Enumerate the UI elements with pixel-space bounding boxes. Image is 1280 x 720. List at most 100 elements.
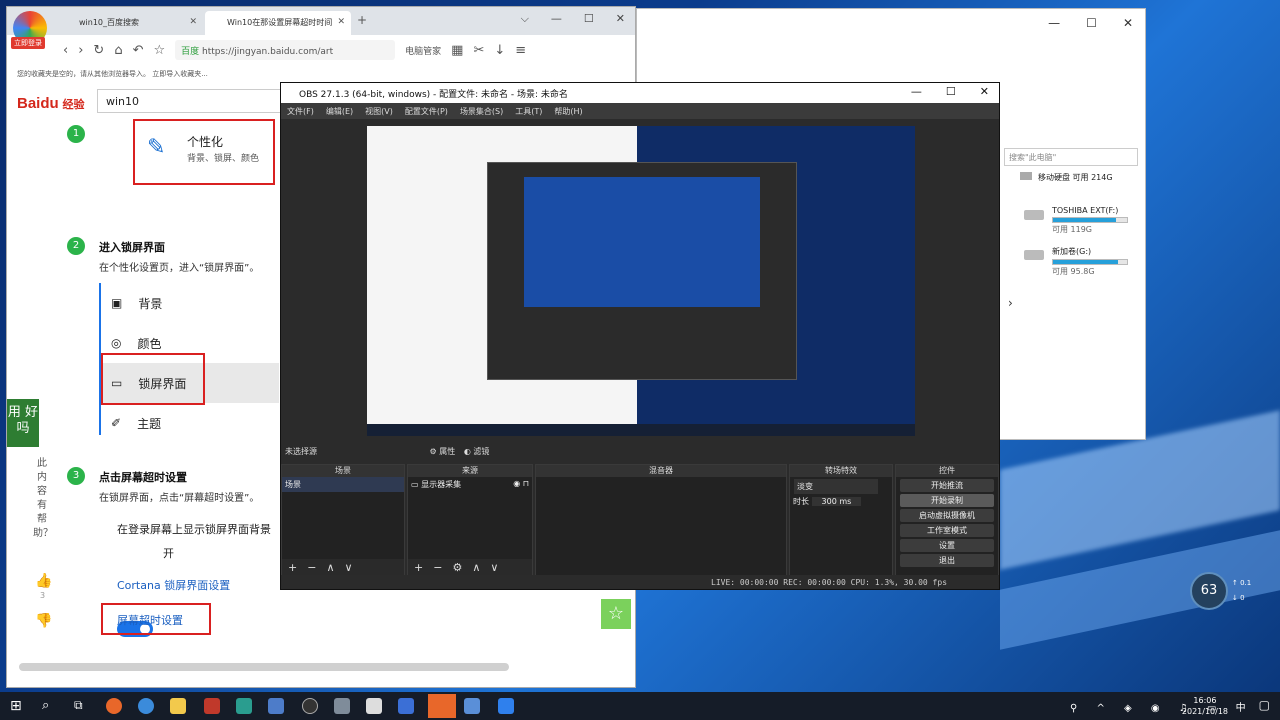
thumbs-down-icon[interactable]: 👎 [35,613,52,629]
task-view-icon[interactable]: ⧉ [74,698,90,714]
up-icon[interactable]: ∧ [326,561,334,574]
shield-icon[interactable] [398,698,414,714]
scissors-icon[interactable]: ✂ [473,43,484,58]
minimize-icon[interactable]: — [551,12,562,26]
remove-icon[interactable]: − [433,561,442,574]
up-icon[interactable]: ∧ [472,561,480,574]
star-icon[interactable]: ☆ [601,599,631,629]
virtual-camera-button[interactable]: 启动虚拟摄像机 [900,509,994,522]
properties-button[interactable]: 属性 [439,447,455,456]
tab-baidu-search[interactable]: win10_百度搜索 ✕ [57,11,203,35]
home-icon[interactable]: ⌂ [114,43,122,58]
firefox-icon[interactable] [106,698,122,714]
clock[interactable]: 16:06 2021/10/18 [1182,695,1228,717]
windows-start-icon[interactable]: ⊞ [10,698,26,714]
app-icon[interactable] [464,698,480,714]
chevron-right-icon[interactable]: › [1008,296,1013,310]
minimize-icon[interactable]: — [911,85,922,98]
minimize-icon[interactable]: — [1048,16,1060,30]
add-icon[interactable]: + [414,561,423,574]
menu-scene-collection[interactable]: 场景集合(S) [460,106,503,116]
menu-item-theme[interactable]: ✐ 主题 [101,403,279,443]
source-item[interactable]: ▭ 显示器采集 ◉ ⊓ [408,477,532,492]
dock-title: 来源 [408,465,532,477]
menu-item-background[interactable]: ▣ 背景 [101,283,279,323]
menu-edit[interactable]: 编辑(E) [326,106,353,116]
obs-icon[interactable] [302,698,318,714]
app-icon[interactable] [236,698,252,714]
close-icon[interactable]: ✕ [616,12,625,26]
recorder-icon[interactable] [428,694,456,718]
forward-icon[interactable]: › [78,43,83,58]
transition-select[interactable]: 淡变 [794,479,878,494]
tab-label: win10_百度搜索 [79,18,140,27]
pc-manager-link[interactable]: 电脑管家 [405,44,441,57]
obs-preview-canvas[interactable] [367,126,915,436]
screen-timeout-link[interactable]: 屏幕超时设置 [101,603,211,635]
menu-tools[interactable]: 工具(T) [515,106,542,116]
archive-icon[interactable] [204,698,220,714]
browser-icon[interactable] [138,698,154,714]
folder-icon[interactable] [170,698,186,714]
app-icon[interactable] [334,698,350,714]
ime-indicator[interactable]: 中 [1236,703,1254,714]
close-icon[interactable]: ✕ [980,85,989,98]
dock-title: 转场特效 [790,465,892,477]
filters-button[interactable]: 滤镜 [473,447,489,456]
address-bar[interactable]: 百度 https://jingyan.baidu.com/art [175,40,396,60]
maximize-icon[interactable]: ☐ [1086,16,1097,30]
download-icon[interactable]: ↓ [494,43,505,58]
down-icon[interactable]: ∨ [490,561,498,574]
close-icon[interactable]: ✕ [1123,16,1133,30]
search-icon[interactable]: ⌕ [42,698,58,714]
preview-nested-capture [524,177,760,307]
login-badge[interactable]: 立即登录 [11,37,45,49]
new-tab-icon[interactable]: + [357,13,367,27]
settings-button[interactable]: 设置 [900,539,994,552]
document-icon[interactable] [366,698,382,714]
menu-help[interactable]: 帮助(H) [554,106,582,116]
remove-icon[interactable]: − [307,561,316,574]
start-recording-button[interactable]: 开始录制 [900,494,994,507]
undo-icon[interactable]: ↶ [133,43,144,58]
close-icon[interactable]: ✕ [337,17,345,27]
favorite-icon[interactable]: ☆ [153,43,165,58]
scene-item[interactable]: 场景 [282,477,404,492]
tab-jingyan[interactable]: Win10在那设置屏幕超时时间 ✕ [205,11,351,35]
duration-input[interactable]: 300 ms [811,497,862,506]
baidu-jingyan-logo[interactable]: Baidu 经验 [17,95,85,112]
start-streaming-button[interactable]: 开始推流 [900,479,994,492]
thumbs-up-icon[interactable]: 👍 [35,573,52,589]
menu-view[interactable]: 视图(V) [365,106,393,116]
app-icon[interactable] [498,698,514,714]
exit-button[interactable]: 退出 [900,554,994,567]
maximize-icon[interactable]: ☐ [946,85,956,98]
drive-f[interactable]: TOSHIBA EXT(F:) 可用 119G [1020,206,1150,235]
apps-icon[interactable]: ▦ [451,43,463,58]
filter-icon[interactable]: ◐ [464,447,471,456]
menu-icon[interactable]: ⌵ [521,12,529,26]
store-icon[interactable] [268,698,284,714]
gear-icon[interactable]: ⚙ [430,447,437,456]
horizontal-scrollbar[interactable] [19,663,509,671]
menu-profile[interactable]: 配置文件(P) [405,106,448,116]
down-icon[interactable]: ∨ [345,561,353,574]
cortana-link[interactable]: Cortana 锁屏界面设置 [117,577,230,593]
removable-drive[interactable]: 移动硬盘 可用 214G [1020,172,1113,183]
add-icon[interactable]: + [288,561,297,574]
performance-widget[interactable]: 63 [1190,572,1228,610]
search-input[interactable]: win10 [97,89,287,113]
close-icon[interactable]: ✕ [189,17,197,27]
menu-file[interactable]: 文件(F) [287,106,314,116]
refresh-icon[interactable]: ↻ [93,43,104,58]
drive-g[interactable]: 新加卷(G:) 可用 95.8G [1020,246,1150,277]
visibility-icon[interactable]: ◉ ⊓ [513,479,529,488]
notification-icon[interactable]: ▢ [1259,698,1270,712]
back-icon[interactable]: ‹ [63,43,68,58]
hamburger-icon[interactable]: ≡ [515,43,526,58]
explorer-search-input[interactable]: 搜索"此电脑" [1004,148,1138,166]
maximize-icon[interactable]: ☐ [584,12,594,26]
studio-mode-button[interactable]: 工作室模式 [900,524,994,537]
gear-icon[interactable]: ⚙ [452,561,462,574]
cpu-percent: 63 [1200,583,1218,598]
